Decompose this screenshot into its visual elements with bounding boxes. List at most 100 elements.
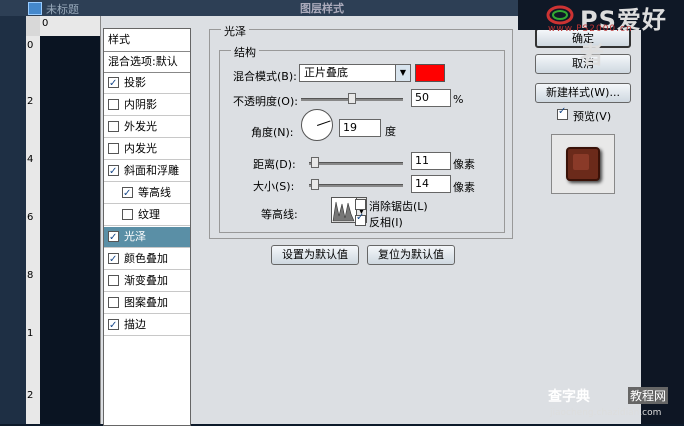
opacity-slider-thumb[interactable] <box>348 93 356 104</box>
style-item-label: 投影 <box>124 76 146 89</box>
new-style-button[interactable]: 新建样式(W)... <box>535 83 631 103</box>
size-slider-thumb[interactable] <box>311 179 319 190</box>
blend-mode-label: 混合模式(B): <box>233 70 297 83</box>
document-icon <box>28 2 42 15</box>
style-item-label: 描边 <box>124 318 146 331</box>
angle-input[interactable]: 19 <box>339 119 381 137</box>
canvas-selection-edge <box>40 36 102 424</box>
style-item[interactable]: 描边 <box>104 315 190 336</box>
style-item-checkbox[interactable] <box>108 162 119 182</box>
blend-color-swatch[interactable] <box>415 64 445 82</box>
dialog-title: 图层样式 <box>300 2 344 15</box>
style-item-label: 渐变叠加 <box>124 274 168 287</box>
ps-logo-watermark: PS爱好者 www.PS2000.cn <box>518 0 684 69</box>
blend-mode-select[interactable]: 正片叠底 ▼ <box>299 64 411 82</box>
set-default-button[interactable]: 设置为默认值 <box>271 245 359 265</box>
style-item-checkbox[interactable] <box>108 74 119 94</box>
style-item[interactable]: 等高线 <box>104 183 190 204</box>
style-item[interactable]: 光泽 <box>104 227 190 248</box>
angle-label: 角度(N): <box>251 126 294 139</box>
style-item[interactable]: 图案叠加 <box>104 293 190 314</box>
ruler-corner <box>26 16 40 36</box>
style-preview <box>551 134 615 194</box>
size-input[interactable]: 14 <box>411 175 451 193</box>
style-item-checkbox[interactable] <box>108 297 119 308</box>
style-item[interactable]: 颜色叠加 <box>104 249 190 270</box>
contour-curve-icon <box>332 201 355 222</box>
size-slider-track[interactable] <box>309 179 403 190</box>
angle-unit: 度 <box>385 125 396 138</box>
style-item-checkbox[interactable] <box>108 228 119 248</box>
document-tab[interactable]: 未标题 <box>46 1 79 17</box>
blend-options-label: 混合选项:默认 <box>108 55 178 68</box>
blend-options-item[interactable]: 混合选项:默认 <box>104 52 190 73</box>
size-unit: 像素 <box>453 181 475 194</box>
style-item[interactable]: 渐变叠加 <box>104 271 190 292</box>
style-item-label: 外发光 <box>124 120 157 133</box>
invert-checkbox[interactable] <box>355 212 366 226</box>
logo-text: PS爱好者 <box>580 6 667 69</box>
distance-unit: 像素 <box>453 158 475 171</box>
style-item[interactable]: 外发光 <box>104 117 190 138</box>
opacity-label: 不透明度(O): <box>233 95 298 108</box>
watermark-main: 查字典 <box>548 389 590 405</box>
distance-input[interactable]: 11 <box>411 152 451 170</box>
logo-swirl-icon <box>546 5 574 25</box>
ruler-left-label: 6 <box>27 212 34 223</box>
reset-default-button[interactable]: 复位为默认值 <box>367 245 455 265</box>
preview-thumbnail <box>566 147 600 181</box>
style-item[interactable]: 斜面和浮雕 <box>104 161 190 182</box>
style-item[interactable]: 内阴影 <box>104 95 190 116</box>
opacity-slider-track[interactable] <box>301 93 403 104</box>
opacity-input[interactable]: 50 <box>411 89 451 107</box>
style-item-checkbox[interactable] <box>108 316 119 336</box>
size-label: 大小(S): <box>253 180 295 193</box>
distance-slider-track[interactable] <box>309 157 403 168</box>
style-item-checkbox[interactable] <box>108 99 119 110</box>
style-item-checkbox[interactable] <box>108 275 119 286</box>
ruler-left-label: 1 <box>27 328 34 339</box>
style-item[interactable]: 内发光 <box>104 139 190 160</box>
style-item-label: 内阴影 <box>124 98 157 111</box>
styles-header-label: 样式 <box>108 33 130 46</box>
angle-dial-needle <box>317 120 331 126</box>
preview-label: 预览(V) <box>573 110 612 123</box>
tools-strip <box>0 16 26 424</box>
opacity-unit: % <box>453 93 464 106</box>
style-item-label: 等高线 <box>138 186 171 199</box>
structure-group-title: 结构 <box>231 44 259 60</box>
watermark-url: jiaocheng.chazidian.com <box>550 408 662 418</box>
style-item-label: 斜面和浮雕 <box>124 164 179 177</box>
horizontal-ruler: 0 <box>40 16 100 37</box>
style-item-checkbox[interactable] <box>108 143 119 154</box>
style-item-label: 颜色叠加 <box>124 252 168 265</box>
ruler-left-label: 8 <box>27 270 34 281</box>
ruler-left-label: 0 <box>27 40 34 51</box>
contour-label: 等高线: <box>261 208 298 221</box>
style-item[interactable]: 投影 <box>104 73 190 94</box>
styles-sidebar: 样式 混合选项:默认 投影内阴影外发光内发光斜面和浮雕等高线纹理光泽颜色叠加渐变… <box>103 28 191 426</box>
style-item-label: 纹理 <box>138 208 160 221</box>
ruler-left-label: 2 <box>27 390 34 401</box>
canvas-right-area <box>640 30 684 424</box>
layer-style-dialog: 样式 混合选项:默认 投影内阴影外发光内发光斜面和浮雕等高线纹理光泽颜色叠加渐变… <box>100 16 641 426</box>
style-item-checkbox[interactable] <box>122 184 133 204</box>
style-item-checkbox[interactable] <box>122 209 133 220</box>
style-item-label: 光泽 <box>124 230 146 243</box>
style-item-checkbox[interactable] <box>108 121 119 132</box>
ruler-top-label: 0 <box>42 18 49 29</box>
angle-dial[interactable] <box>301 109 333 141</box>
styles-header[interactable]: 样式 <box>104 29 190 52</box>
ruler-left-label: 4 <box>27 154 34 165</box>
distance-label: 距离(D): <box>253 158 296 171</box>
antialias-label: 消除锯齿(L) <box>369 200 428 213</box>
preview-checkbox[interactable] <box>557 106 568 120</box>
contour-picker[interactable] <box>331 197 357 223</box>
style-item-checkbox[interactable] <box>108 250 119 270</box>
antialias-checkbox[interactable] <box>355 199 366 210</box>
distance-slider-thumb[interactable] <box>311 157 319 168</box>
satin-group-title: 光泽 <box>221 23 249 39</box>
style-item-label: 图案叠加 <box>124 296 168 309</box>
ruler-left-label: 2 <box>27 96 34 107</box>
style-item[interactable]: 纹理 <box>104 205 190 226</box>
